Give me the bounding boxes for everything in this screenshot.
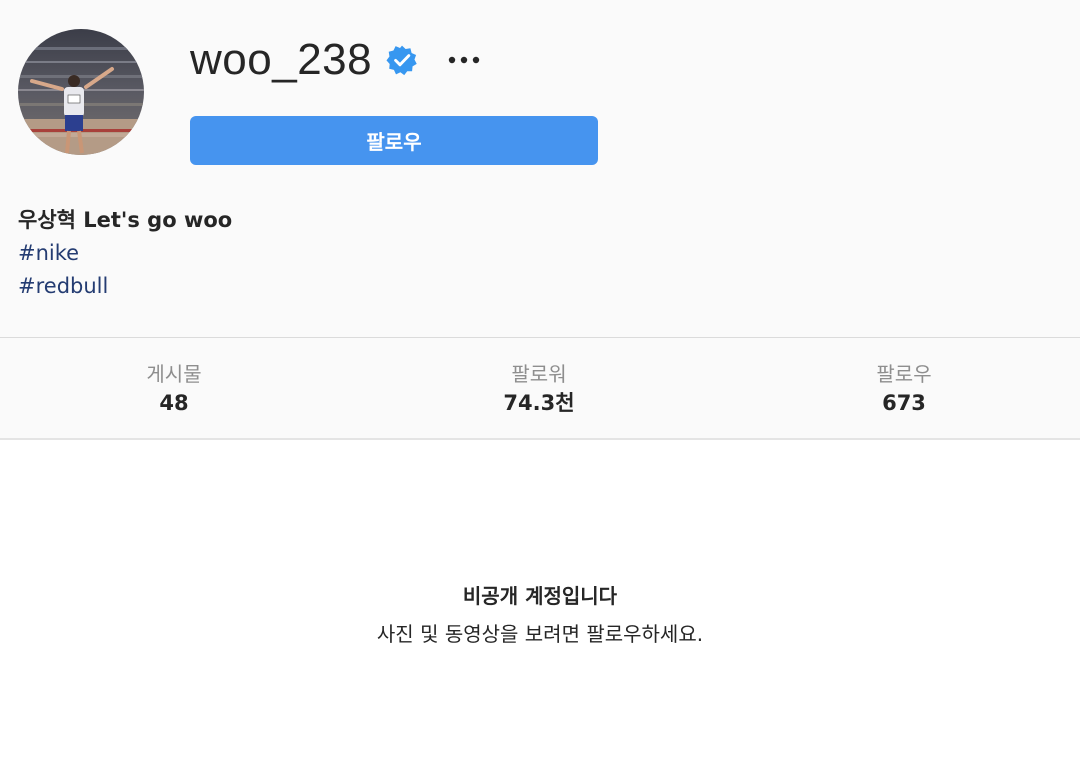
stat-value: 74.3천 <box>503 391 575 415</box>
stat-value: 673 <box>882 391 926 415</box>
follow-button[interactable]: 팔로우 <box>190 116 598 165</box>
stat-label: 게시물 <box>146 362 202 386</box>
stat-label: 팔로우 <box>876 362 932 386</box>
stat-followers[interactable]: 팔로워 74.3천 <box>429 338 649 438</box>
verified-badge-icon <box>386 44 418 76</box>
profile-header: woo_238 팔로우 우상혁 Let's go woo #nike #redb… <box>0 0 1080 338</box>
stat-following[interactable]: 팔로우 673 <box>794 338 1014 438</box>
stat-value: 48 <box>159 391 189 415</box>
profile-page: woo_238 팔로우 우상혁 Let's go woo #nike #redb… <box>0 0 1080 773</box>
stats-bar: 게시물 48 팔로워 74.3천 팔로우 673 <box>0 337 1080 440</box>
avatar-image <box>18 29 144 155</box>
avatar[interactable] <box>18 29 144 155</box>
bio-name: 우상혁 Let's go woo <box>18 208 233 232</box>
private-title: 비공개 계정입니다 <box>462 584 618 608</box>
stat-posts[interactable]: 게시물 48 <box>64 338 284 438</box>
hashtag-link-redbull[interactable]: #redbull <box>18 270 232 303</box>
private-subtitle: 사진 및 동영상을 보려면 팔로우하세요. <box>376 622 704 646</box>
bio: 우상혁 Let's go woo #nike #redbull <box>18 204 232 303</box>
username-row: woo_238 <box>190 34 482 86</box>
private-account-notice: 비공개 계정입니다 사진 및 동영상을 보려면 팔로우하세요. <box>0 440 1080 773</box>
stat-label: 팔로워 <box>511 362 567 386</box>
username: woo_238 <box>190 35 373 84</box>
more-options-icon[interactable] <box>446 53 482 67</box>
hashtag-link-nike[interactable]: #nike <box>18 237 232 270</box>
